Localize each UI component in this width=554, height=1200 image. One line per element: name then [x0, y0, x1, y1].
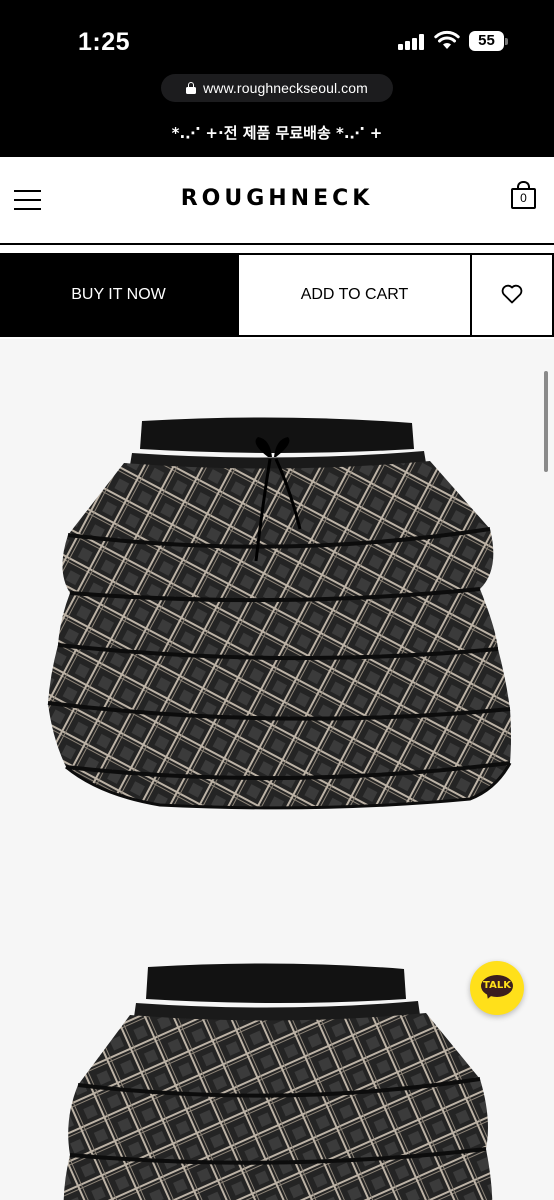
- site-header: ROUGHNECK 0: [0, 157, 554, 245]
- status-time: 1:25: [78, 28, 131, 56]
- battery-icon: 55: [469, 31, 508, 51]
- cart-count: 0: [520, 191, 527, 205]
- url-text: www.roughneckseoul.com: [203, 80, 368, 96]
- add-to-cart-button[interactable]: ADD TO CART: [237, 253, 470, 337]
- kakao-talk-icon[interactable]: TALK: [470, 961, 524, 1015]
- cart-icon[interactable]: 0: [510, 181, 537, 211]
- talk-label: TALK: [483, 980, 511, 991]
- top-bar: 1:25 55 www.roughneckseoul.com *.⋰ +·전 제…: [0, 0, 554, 157]
- lock-icon: [186, 82, 197, 94]
- product-image-front[interactable]: [0, 339, 554, 859]
- promo-banner: *.⋰ +·전 제품 무료배송 *.⋰ +: [171, 124, 383, 142]
- product-gallery[interactable]: [0, 339, 554, 1200]
- page-scrollbar[interactable]: [544, 371, 548, 472]
- purchase-actions: BUY IT NOW ADD TO CART: [0, 253, 554, 337]
- site-logo[interactable]: ROUGHNECK: [0, 186, 554, 211]
- buy-now-button[interactable]: BUY IT NOW: [0, 253, 237, 337]
- address-bar[interactable]: www.roughneckseoul.com: [161, 74, 393, 102]
- cellular-signal-icon: [398, 34, 426, 50]
- wishlist-button[interactable]: [470, 253, 554, 337]
- wifi-icon: [434, 30, 460, 50]
- heart-icon: [501, 284, 523, 307]
- battery-level: 55: [478, 32, 495, 49]
